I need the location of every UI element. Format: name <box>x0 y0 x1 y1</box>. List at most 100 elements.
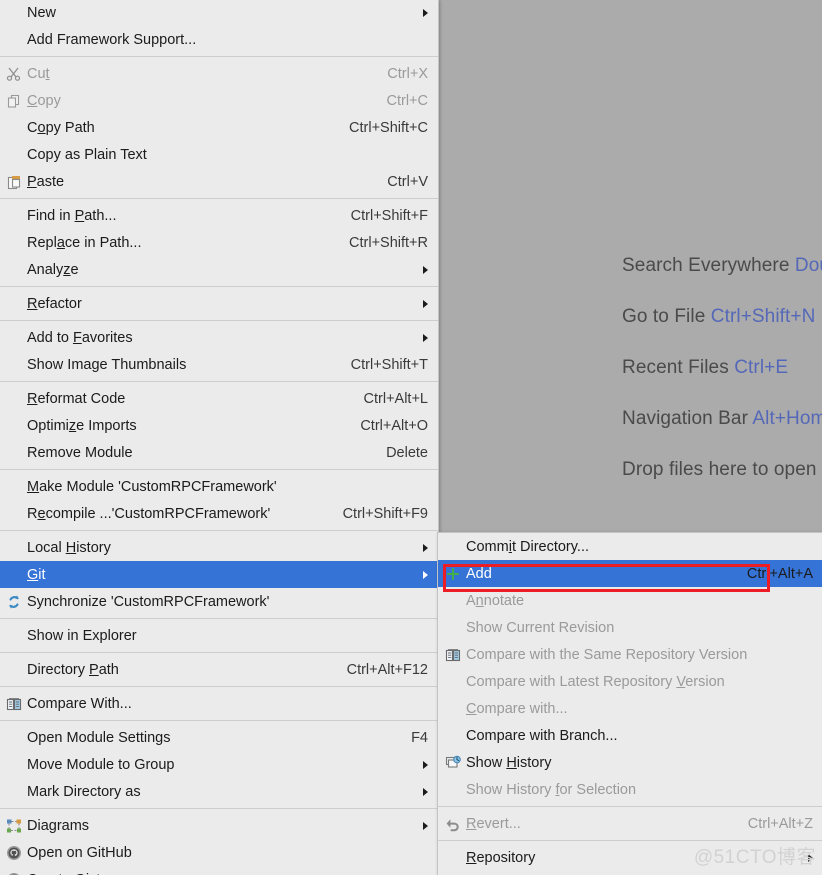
menu-item-shortcut: Ctrl+C <box>386 92 429 109</box>
menu-item-compare-with[interactable]: Compare With... <box>0 690 438 717</box>
menu-item-label: Copy Path <box>27 119 95 136</box>
project-view-context-menu[interactable]: New Add Framework Support... Cut Ctrl+X Copy… <box>0 0 439 875</box>
menu-item-refactor[interactable]: Refactor <box>0 290 438 317</box>
menu-item-revert: Revert... Ctrl+Alt+Z <box>438 810 822 837</box>
menu-item-optimize-imports[interactable]: Optimize Imports Ctrl+Alt+O <box>0 412 438 439</box>
compare-icon <box>1 690 27 717</box>
menu-item-mark-directory-as[interactable]: Mark Directory as <box>0 778 438 805</box>
menu-item-add-to-favorites[interactable]: Add to Favorites <box>0 324 438 351</box>
menu-item-shortcut: Ctrl+V <box>387 173 428 190</box>
editor-hint-label: Search Everywhere <box>622 255 795 276</box>
menu-item-label: Recompile ...'CustomRPCFramework' <box>27 505 271 522</box>
menu-item-open-on-github[interactable]: Open on GitHub <box>0 839 438 866</box>
menu-item-recompile-customrpcframework[interactable]: Recompile ...'CustomRPCFramework' Ctrl+Sh… <box>0 500 438 527</box>
menu-item-shortcut: Ctrl+X <box>387 65 428 82</box>
menu-item-create-gist[interactable]: Create Gist... <box>0 866 438 875</box>
menu-item-label: Move Module to Group <box>27 756 175 773</box>
scissors-icon <box>1 60 27 87</box>
menu-item-new[interactable]: New <box>0 0 438 26</box>
menu-item-analyze[interactable]: Analyze <box>0 256 438 283</box>
menu-item-show-in-explorer[interactable]: Show in Explorer <box>0 622 438 649</box>
no-icon <box>1 412 27 439</box>
menu-item-add[interactable]: Add Ctrl+Alt+A <box>438 560 822 587</box>
no-icon <box>1 114 27 141</box>
menu-item-label: Repository <box>466 849 536 866</box>
menu-separator <box>0 618 438 619</box>
menu-item-copy-path[interactable]: Copy Path Ctrl+Shift+C <box>0 114 438 141</box>
menu-separator <box>0 320 438 321</box>
menu-item-show-image-thumbnails[interactable]: Show Image Thumbnails Ctrl+Shift+T <box>0 351 438 378</box>
menu-item-label: Add to Favorites <box>27 329 133 346</box>
menu-item-shortcut: Ctrl+Shift+F <box>350 207 428 224</box>
no-icon <box>1 229 27 256</box>
submenu-arrow-icon <box>808 853 813 862</box>
menu-item-shortcut: Ctrl+Shift+F9 <box>342 505 428 522</box>
menu-item-show-history[interactable]: Show History <box>438 749 822 776</box>
menu-item-replace-in-path[interactable]: Replace in Path... Ctrl+Shift+R <box>0 229 438 256</box>
empty-editor-hints: Search Everywhere Double Shift Go to File… <box>622 240 822 495</box>
no-icon <box>1 656 27 683</box>
menu-item-label: Remove Module <box>27 444 133 461</box>
menu-item-label: Compare With... <box>27 695 132 712</box>
revert-icon <box>440 810 466 837</box>
no-icon <box>1 0 27 26</box>
menu-item-directory-path[interactable]: Directory Path Ctrl+Alt+F12 <box>0 656 438 683</box>
menu-item-show-history-for-selection: Show History for Selection <box>438 776 822 803</box>
editor-hint-shortcut: Double Shift <box>794 255 822 276</box>
menu-item-make-module-customrpcframework[interactable]: Make Module 'CustomRPCFramework' <box>0 473 438 500</box>
no-icon <box>1 256 27 283</box>
menu-item-label: Show in Explorer <box>27 627 137 644</box>
no-icon <box>440 776 466 803</box>
menu-item-compare-with-latest-repository-version: Compare with Latest Repository Version <box>438 668 822 695</box>
menu-item-compare-with-branch[interactable]: Compare with Branch... <box>438 722 822 749</box>
menu-item-remove-module[interactable]: Remove Module Delete <box>0 439 438 466</box>
menu-item-label: Compare with the Same Repository Version <box>466 646 748 663</box>
no-icon <box>440 668 466 695</box>
menu-item-label: Mark Directory as <box>27 783 141 800</box>
menu-item-label: Open Module Settings <box>27 729 171 746</box>
menu-item-label: Commit Directory... <box>466 538 590 555</box>
menu-item-copy-as-plain-text[interactable]: Copy as Plain Text <box>0 141 438 168</box>
menu-item-synchronize-customrpcframework[interactable]: Synchronize 'CustomRPCFramework' <box>0 588 438 615</box>
no-icon <box>1 622 27 649</box>
menu-item-reformat-code[interactable]: Reformat Code Ctrl+Alt+L <box>0 385 438 412</box>
menu-separator <box>0 652 438 653</box>
menu-item-commit-directory[interactable]: Commit Directory... <box>438 533 822 560</box>
menu-item-label: New <box>27 4 57 21</box>
menu-item-label: Show History <box>466 754 552 771</box>
no-icon <box>440 587 466 614</box>
menu-item-open-module-settings[interactable]: Open Module Settings F4 <box>0 724 438 751</box>
menu-item-label: Show Image Thumbnails <box>27 356 187 373</box>
menu-item-shortcut: Ctrl+Alt+O <box>360 417 428 434</box>
menu-item-shortcut: Ctrl+Alt+F12 <box>346 661 428 678</box>
menu-item-label: Copy <box>27 92 61 109</box>
menu-item-move-module-to-group[interactable]: Move Module to Group <box>0 751 438 778</box>
no-icon <box>440 614 466 641</box>
menu-item-paste[interactable]: Paste Ctrl+V <box>0 168 438 195</box>
menu-item-diagrams[interactable]: Diagrams <box>0 812 438 839</box>
menu-item-local-history[interactable]: Local History <box>0 534 438 561</box>
menu-separator <box>0 720 438 721</box>
no-icon <box>1 324 27 351</box>
menu-item-label: Compare with Branch... <box>466 727 618 744</box>
sync-icon <box>1 588 27 615</box>
editor-hint-row: Navigation Bar Alt+Home <box>622 393 822 444</box>
menu-item-show-current-revision: Show Current Revision <box>438 614 822 641</box>
editor-hint-label: Drop files here to open <box>622 459 817 480</box>
paste-icon <box>1 168 27 195</box>
menu-separator <box>0 808 438 809</box>
menu-item-label: Make Module 'CustomRPCFramework' <box>27 478 277 495</box>
menu-item-git[interactable]: Git <box>0 561 438 588</box>
menu-item-repository[interactable]: Repository <box>438 844 822 871</box>
github-icon <box>1 839 27 866</box>
menu-item-label: Analyze <box>27 261 79 278</box>
git-submenu[interactable]: Commit Directory... Add Ctrl+Alt+A Annotate… <box>437 532 822 875</box>
no-icon <box>440 722 466 749</box>
editor-hint-label: Go to File <box>622 306 711 327</box>
menu-item-shortcut: Ctrl+Shift+R <box>349 234 428 251</box>
menu-item-find-in-path[interactable]: Find in Path... Ctrl+Shift+F <box>0 202 438 229</box>
menu-item-label: Find in Path... <box>27 207 117 224</box>
no-icon <box>440 695 466 722</box>
editor-hint-row: Search Everywhere Double Shift <box>622 240 822 291</box>
menu-item-add-framework-support[interactable]: Add Framework Support... <box>0 26 438 53</box>
